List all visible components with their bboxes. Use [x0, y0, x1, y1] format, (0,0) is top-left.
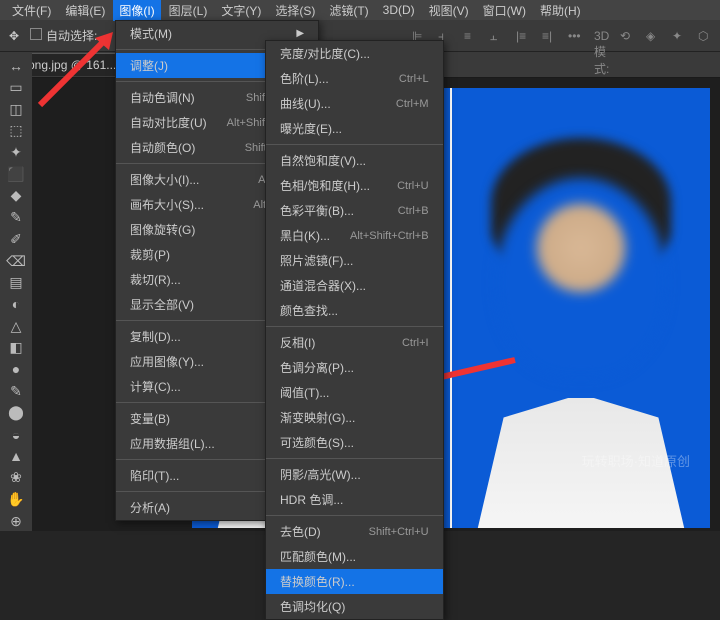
menu-item[interactable]: 自然饱和度(V)...: [266, 148, 443, 173]
menu-2[interactable]: 图像(I): [113, 0, 160, 21]
align-icon[interactable]: |≡: [516, 29, 532, 43]
menu-3[interactable]: 图层(L): [163, 0, 214, 21]
menu-5[interactable]: 选择(S): [269, 0, 321, 21]
mode-icon[interactable]: ✦: [672, 29, 688, 43]
tool-9[interactable]: ⌫: [4, 251, 28, 271]
tool-18[interactable]: ▲: [4, 446, 28, 466]
menu-item[interactable]: 颜色查找...: [266, 298, 443, 323]
tool-20[interactable]: ✋: [4, 490, 28, 510]
tool-12[interactable]: △: [4, 316, 28, 336]
menu-item[interactable]: 色调分离(P)...: [266, 355, 443, 380]
tab-label: 1.png.jpg @ 161...: [18, 58, 116, 72]
tool-2[interactable]: ◫: [4, 99, 28, 119]
tool-21[interactable]: ⊕: [4, 511, 28, 531]
menu-item[interactable]: 阴影/高光(W)...: [266, 462, 443, 487]
menu-4[interactable]: 文字(Y): [215, 0, 267, 21]
tool-15[interactable]: ✎: [4, 381, 28, 401]
menu-item[interactable]: 替换颜色(R)...: [266, 569, 443, 594]
menu-1[interactable]: 编辑(E): [59, 0, 111, 21]
menu-item[interactable]: 去色(D)Shift+Ctrl+U: [266, 519, 443, 544]
tool-4[interactable]: ✦: [4, 143, 28, 163]
menu-6[interactable]: 滤镜(T): [323, 0, 374, 21]
menubar: 文件(F)编辑(E)图像(I)图层(L)文字(Y)选择(S)滤镜(T)3D(D)…: [0, 0, 720, 20]
menu-item[interactable]: 渐变映射(G)...: [266, 405, 443, 430]
menu-item[interactable]: 曝光度(E)...: [266, 116, 443, 141]
watermark: 玩转职场·知道原创: [582, 451, 690, 470]
menu-item[interactable]: 匹配颜色(M)...: [266, 544, 443, 569]
menu-item[interactable]: 通道混合器(X)...: [266, 273, 443, 298]
menu-10[interactable]: 帮助(H): [534, 0, 587, 21]
adjustments-submenu: 亮度/对比度(C)...色阶(L)...Ctrl+L曲线(U)...Ctrl+M…: [265, 40, 444, 620]
move-icon: ✥: [6, 28, 22, 44]
menu-item[interactable]: HDR 色调...: [266, 487, 443, 512]
tool-17[interactable]: ◒: [4, 425, 28, 445]
menu-9[interactable]: 窗口(W): [477, 0, 532, 21]
menu-7[interactable]: 3D(D): [377, 1, 421, 19]
tool-8[interactable]: ✐: [4, 230, 28, 250]
mode-icon[interactable]: ⟲: [620, 29, 636, 43]
tool-0[interactable]: ↔: [4, 56, 28, 76]
tool-16[interactable]: ⬤: [4, 403, 28, 423]
tool-13[interactable]: ◧: [4, 338, 28, 358]
tool-19[interactable]: ❀: [4, 468, 28, 488]
mode-icon[interactable]: ⬡: [698, 29, 714, 43]
tool-11[interactable]: ◐: [4, 295, 28, 315]
menu-8[interactable]: 视图(V): [423, 0, 475, 21]
align-icon[interactable]: ≡: [464, 29, 480, 43]
menu-item[interactable]: 色阶(L)...Ctrl+L: [266, 66, 443, 91]
tool-7[interactable]: ✎: [4, 208, 28, 228]
menu-item[interactable]: 可选颜色(S)...: [266, 430, 443, 455]
mode-icon[interactable]: ◈: [646, 29, 662, 43]
mode-label: 3D 模式:: [594, 29, 610, 43]
menu-item[interactable]: 黑白(K)...Alt+Shift+Ctrl+B: [266, 223, 443, 248]
toolbar: ↔▭◫⬚✦⬛◆✎✐⌫▤◐△◧●✎⬤◒▲❀✋⊕: [0, 52, 32, 531]
auto-select-checkbox[interactable]: 自动选择:: [30, 27, 97, 44]
menu-item[interactable]: 反相(I)Ctrl+I: [266, 330, 443, 355]
menu-item[interactable]: 色彩平衡(B)...Ctrl+B: [266, 198, 443, 223]
menu-item[interactable]: 色调均化(Q): [266, 594, 443, 619]
tool-3[interactable]: ⬚: [4, 121, 28, 141]
menu-item[interactable]: 曲线(U)...Ctrl+M: [266, 91, 443, 116]
menu-0[interactable]: 文件(F): [6, 0, 57, 21]
menu-item[interactable]: 阈值(T)...: [266, 380, 443, 405]
tool-6[interactable]: ◆: [4, 186, 28, 206]
menu-item[interactable]: 色相/饱和度(H)...Ctrl+U: [266, 173, 443, 198]
tool-10[interactable]: ▤: [4, 273, 28, 293]
menu-item[interactable]: 亮度/对比度(C)...: [266, 41, 443, 66]
align-icon[interactable]: ≡|: [542, 29, 558, 43]
tool-1[interactable]: ▭: [4, 78, 28, 98]
menu-item[interactable]: 照片滤镜(F)...: [266, 248, 443, 273]
alignment-icons: ⊫ ⫞ ≡ ⫠ |≡ ≡| ••• 3D 模式: ⟲ ◈ ✦ ⬡: [412, 29, 714, 43]
tool-14[interactable]: ●: [4, 360, 28, 380]
more-icon[interactable]: •••: [568, 29, 584, 43]
align-icon[interactable]: ⫠: [490, 29, 506, 43]
tool-5[interactable]: ⬛: [4, 164, 28, 184]
